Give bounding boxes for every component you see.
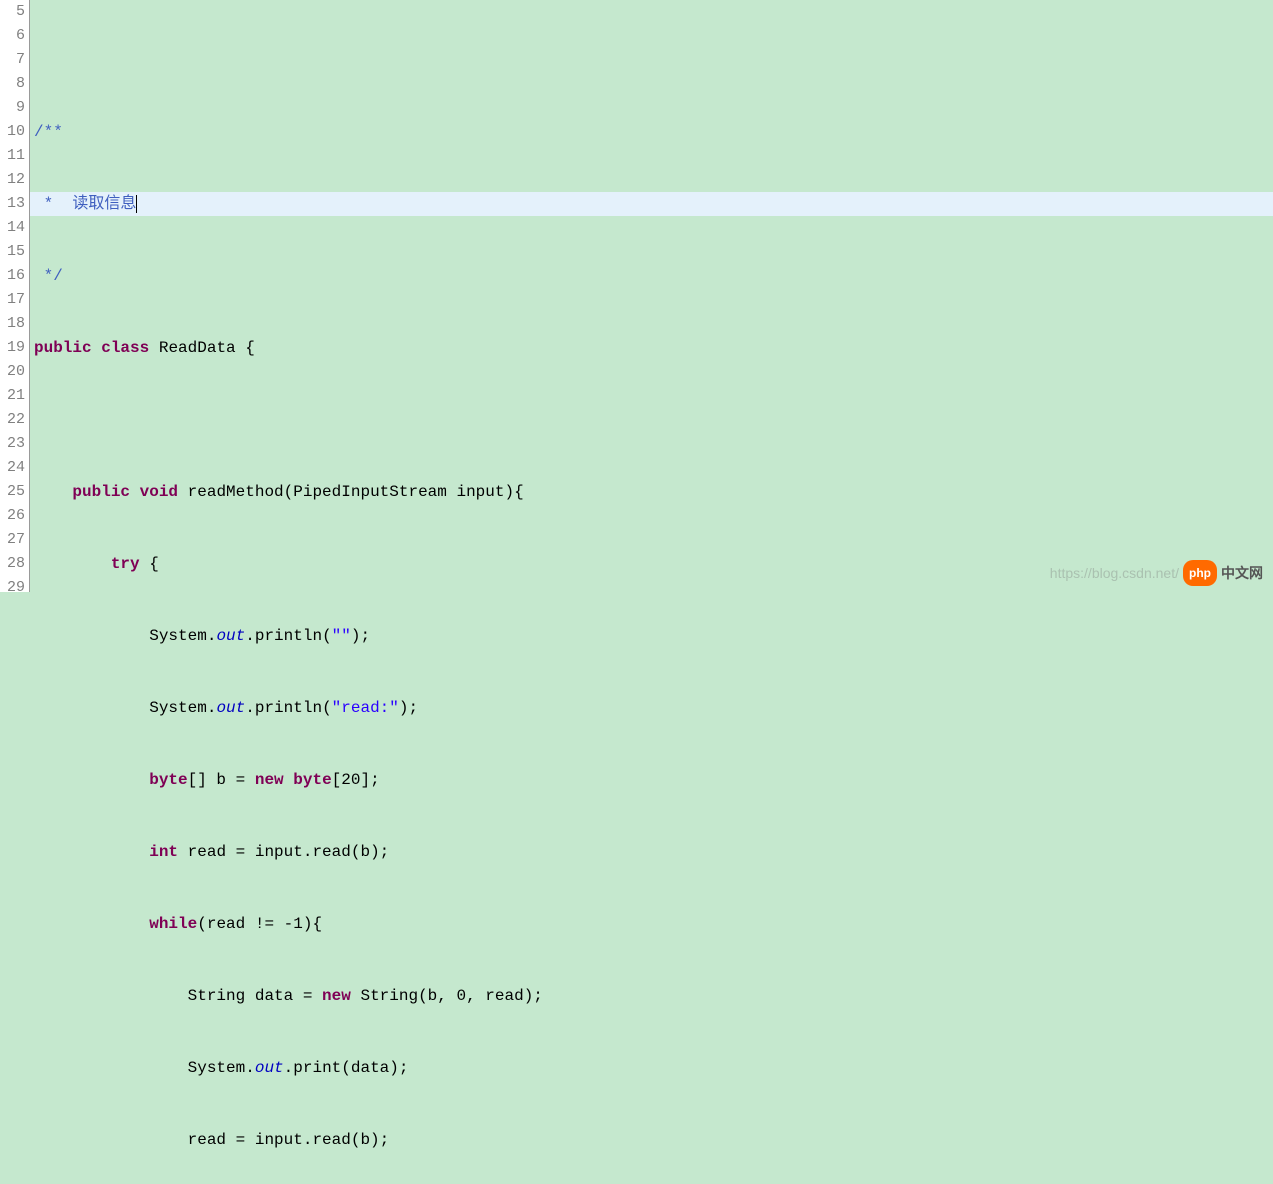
line-number: 6 <box>0 24 25 48</box>
line-number: 10 <box>0 120 25 144</box>
code-line[interactable] <box>30 408 1273 432</box>
code-line[interactable]: public void readMethod(PipedInputStream … <box>30 480 1273 504</box>
line-number: 16 <box>0 264 25 288</box>
line-number: 7 <box>0 48 25 72</box>
code-line[interactable]: int read = input.read(b); <box>30 840 1273 864</box>
code-line-current[interactable]: * 读取信息 <box>30 192 1273 216</box>
line-number-gutter: 5 6 7 8 9 10 11 12 13 14 15 16 17 18 19 … <box>0 0 30 592</box>
watermark-text: 中文网 <box>1221 561 1263 585</box>
line-number: 20 <box>0 360 25 384</box>
line-number: 5 <box>0 0 25 24</box>
watermark-badge: php <box>1183 560 1217 586</box>
line-number: 14 <box>0 216 25 240</box>
line-number: 27 <box>0 528 25 552</box>
code-line[interactable]: */ <box>30 264 1273 288</box>
line-number: 12 <box>0 168 25 192</box>
code-line[interactable]: System.out.println("read:"); <box>30 696 1273 720</box>
code-line[interactable]: String data = new String(b, 0, read); <box>30 984 1273 1008</box>
line-number: 17 <box>0 288 25 312</box>
code-line[interactable]: public class ReadData { <box>30 336 1273 360</box>
text-cursor <box>136 195 137 213</box>
code-line[interactable]: read = input.read(b); <box>30 1128 1273 1152</box>
watermark-url: https://blog.csdn.net/ <box>1050 561 1179 585</box>
code-line[interactable]: while(read != -1){ <box>30 912 1273 936</box>
line-number: 9 <box>0 96 25 120</box>
line-number: 28 <box>0 552 25 576</box>
line-number: 15 <box>0 240 25 264</box>
line-number: 11 <box>0 144 25 168</box>
code-line[interactable]: System.out.print(data); <box>30 1056 1273 1080</box>
line-number: 13 <box>0 192 25 216</box>
code-line[interactable]: /** <box>30 120 1273 144</box>
code-line[interactable]: byte[] b = new byte[20]; <box>30 768 1273 792</box>
code-area[interactable]: /** * 读取信息 */ public class ReadData { pu… <box>30 0 1273 592</box>
line-number: 26 <box>0 504 25 528</box>
line-number: 8 <box>0 72 25 96</box>
code-line[interactable] <box>30 48 1273 72</box>
line-number: 21 <box>0 384 25 408</box>
watermark: https://blog.csdn.net/ php 中文网 <box>1050 560 1263 586</box>
code-editor[interactable]: 5 6 7 8 9 10 11 12 13 14 15 16 17 18 19 … <box>0 0 1273 592</box>
line-number: 24 <box>0 456 25 480</box>
line-number: 25 <box>0 480 25 504</box>
line-number: 19 <box>0 336 25 360</box>
line-number: 22 <box>0 408 25 432</box>
line-number: 29 <box>0 576 25 600</box>
line-number: 23 <box>0 432 25 456</box>
code-line[interactable]: System.out.println(""); <box>30 624 1273 648</box>
line-number: 18 <box>0 312 25 336</box>
